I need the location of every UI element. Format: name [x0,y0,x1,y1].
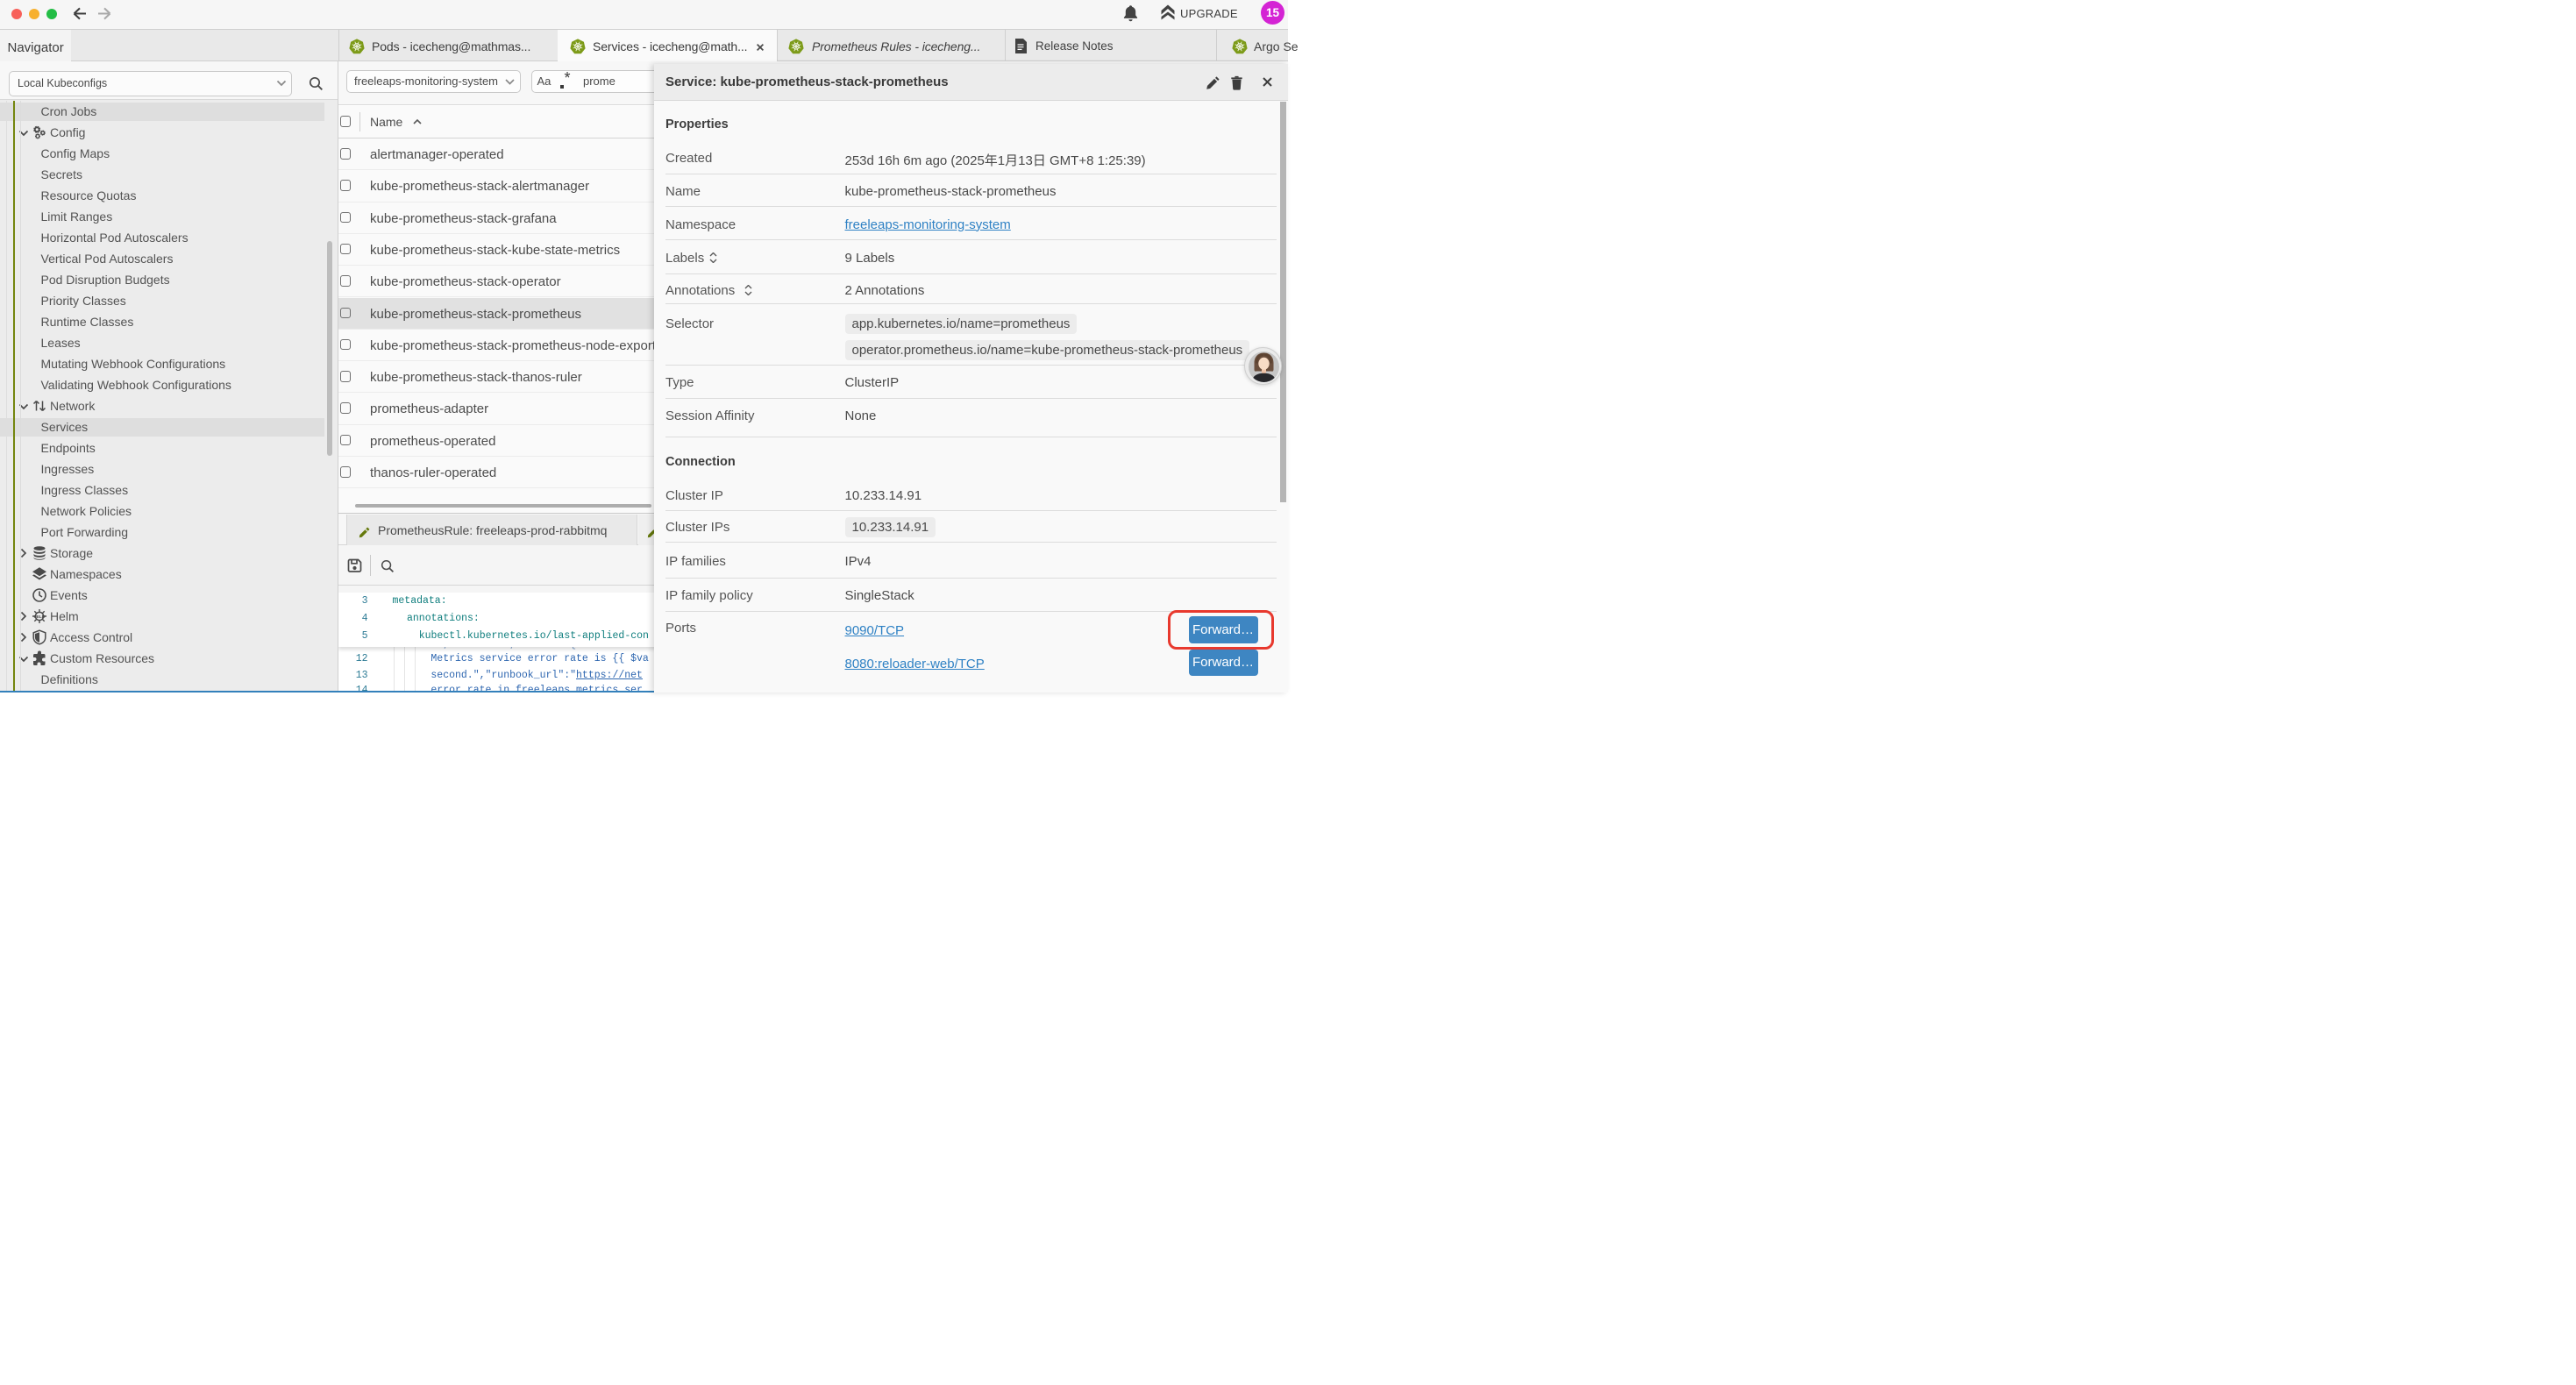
svg-text:HELM: HELM [33,614,45,619]
